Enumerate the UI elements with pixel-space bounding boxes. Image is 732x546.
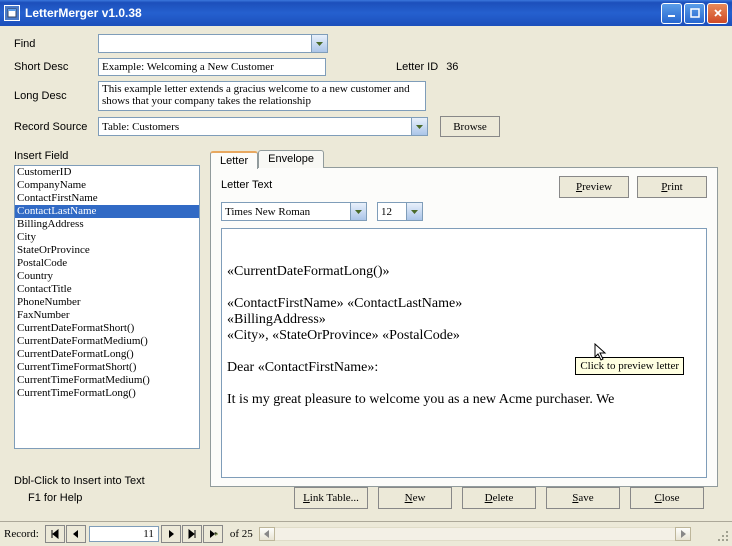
list-item[interactable]: ContactLastName: [15, 205, 199, 218]
letter-line: «City», «StateOrProvince» «PostalCode»: [227, 328, 701, 344]
tab-envelope[interactable]: Envelope: [258, 150, 324, 168]
short-desc-input[interactable]: [98, 58, 326, 76]
link-table-button[interactable]: Link Table...: [294, 487, 368, 509]
svg-text:*: *: [214, 531, 218, 539]
letter-line: «CurrentDateFormatLong()»: [227, 264, 701, 280]
close-bottom-button[interactable]: Close: [630, 487, 704, 509]
letter-text-editor[interactable]: «CurrentDateFormatLong()» «ContactFirstN…: [221, 228, 707, 478]
list-item[interactable]: ContactTitle: [15, 283, 199, 296]
record-label: Record:: [4, 528, 39, 540]
list-item[interactable]: FaxNumber: [15, 309, 199, 322]
list-item[interactable]: CustomerID: [15, 166, 199, 179]
short-desc-label: Short Desc: [14, 61, 98, 73]
list-item[interactable]: CurrentTimeFormatMedium(): [15, 374, 199, 387]
save-button[interactable]: Save: [546, 487, 620, 509]
font-family-input[interactable]: [222, 203, 350, 220]
delete-button[interactable]: Delete: [462, 487, 536, 509]
nav-new-button[interactable]: *: [203, 525, 223, 543]
list-item[interactable]: CompanyName: [15, 179, 199, 192]
list-item[interactable]: Country: [15, 270, 199, 283]
letter-line: «BillingAddress»: [227, 312, 701, 328]
f1-help-label: F1 for Help: [28, 492, 228, 504]
nav-prev-button[interactable]: [66, 525, 86, 543]
letter-panel: Letter Text Preview Print: [210, 167, 718, 487]
record-navigator: Record: * of 25: [0, 521, 732, 545]
list-item[interactable]: City: [15, 231, 199, 244]
dropdown-icon[interactable]: [406, 203, 422, 220]
dblclick-hint: Dbl-Click to Insert into Text: [14, 475, 200, 487]
app-icon: [4, 5, 20, 21]
long-desc-label: Long Desc: [14, 90, 98, 102]
print-button[interactable]: Print: [637, 176, 707, 198]
letter-line: «ContactFirstName» «ContactLastName»: [227, 296, 701, 312]
nav-last-button[interactable]: [182, 525, 202, 543]
letter-id-value: 36: [446, 61, 458, 73]
insert-field-list[interactable]: CustomerIDCompanyNameContactFirstNameCon…: [14, 165, 200, 449]
list-item[interactable]: StateOrProvince: [15, 244, 199, 257]
browse-button[interactable]: Browse: [440, 116, 500, 137]
maximize-button[interactable]: [684, 3, 705, 24]
font-size-combo[interactable]: [377, 202, 423, 221]
hscroll-left-button[interactable]: [259, 527, 275, 541]
new-button[interactable]: New: [378, 487, 452, 509]
list-item[interactable]: CurrentDateFormatMedium(): [15, 335, 199, 348]
record-source-label: Record Source: [14, 121, 98, 133]
titlebar: LetterMerger v1.0.38: [0, 0, 732, 26]
letter-line: It is my great pleasure to welcome you a…: [227, 392, 701, 408]
record-number-input[interactable]: [89, 526, 159, 542]
record-source-input[interactable]: [99, 118, 411, 135]
record-of-label: of 25: [230, 528, 253, 540]
list-item[interactable]: PhoneNumber: [15, 296, 199, 309]
font-size-input[interactable]: [378, 203, 406, 220]
list-item[interactable]: PostalCode: [15, 257, 199, 270]
record-source-combo[interactable]: [98, 117, 428, 136]
list-item[interactable]: CurrentDateFormatShort(): [15, 322, 199, 335]
hscroll-right-button[interactable]: [675, 527, 691, 541]
minimize-button[interactable]: [661, 3, 682, 24]
dropdown-icon[interactable]: [350, 203, 366, 220]
close-button[interactable]: [707, 3, 728, 24]
window-title: LetterMerger v1.0.38: [25, 6, 661, 20]
find-combo[interactable]: [98, 34, 328, 53]
nav-next-button[interactable]: [161, 525, 181, 543]
preview-tooltip: Click to preview letter: [575, 357, 684, 375]
list-item[interactable]: CurrentDateFormatLong(): [15, 348, 199, 361]
list-item[interactable]: CurrentTimeFormatShort(): [15, 361, 199, 374]
tab-letter[interactable]: Letter: [210, 151, 258, 169]
resize-grip-icon[interactable]: [716, 529, 730, 543]
dropdown-icon[interactable]: [311, 35, 327, 52]
letter-text-label: Letter Text: [221, 179, 272, 191]
dropdown-icon[interactable]: [411, 118, 427, 135]
list-item[interactable]: BillingAddress: [15, 218, 199, 231]
font-family-combo[interactable]: [221, 202, 367, 221]
preview-button[interactable]: Preview: [559, 176, 629, 198]
find-label: Find: [14, 38, 98, 50]
list-item[interactable]: ContactFirstName: [15, 192, 199, 205]
long-desc-input[interactable]: [98, 81, 426, 111]
insert-field-label: Insert Field: [14, 150, 200, 162]
list-item[interactable]: CurrentTimeFormatLong(): [15, 387, 199, 400]
nav-first-button[interactable]: [45, 525, 65, 543]
find-input[interactable]: [99, 35, 311, 52]
hscroll-track[interactable]: [275, 527, 675, 541]
letter-id-label: Letter ID: [396, 61, 438, 73]
